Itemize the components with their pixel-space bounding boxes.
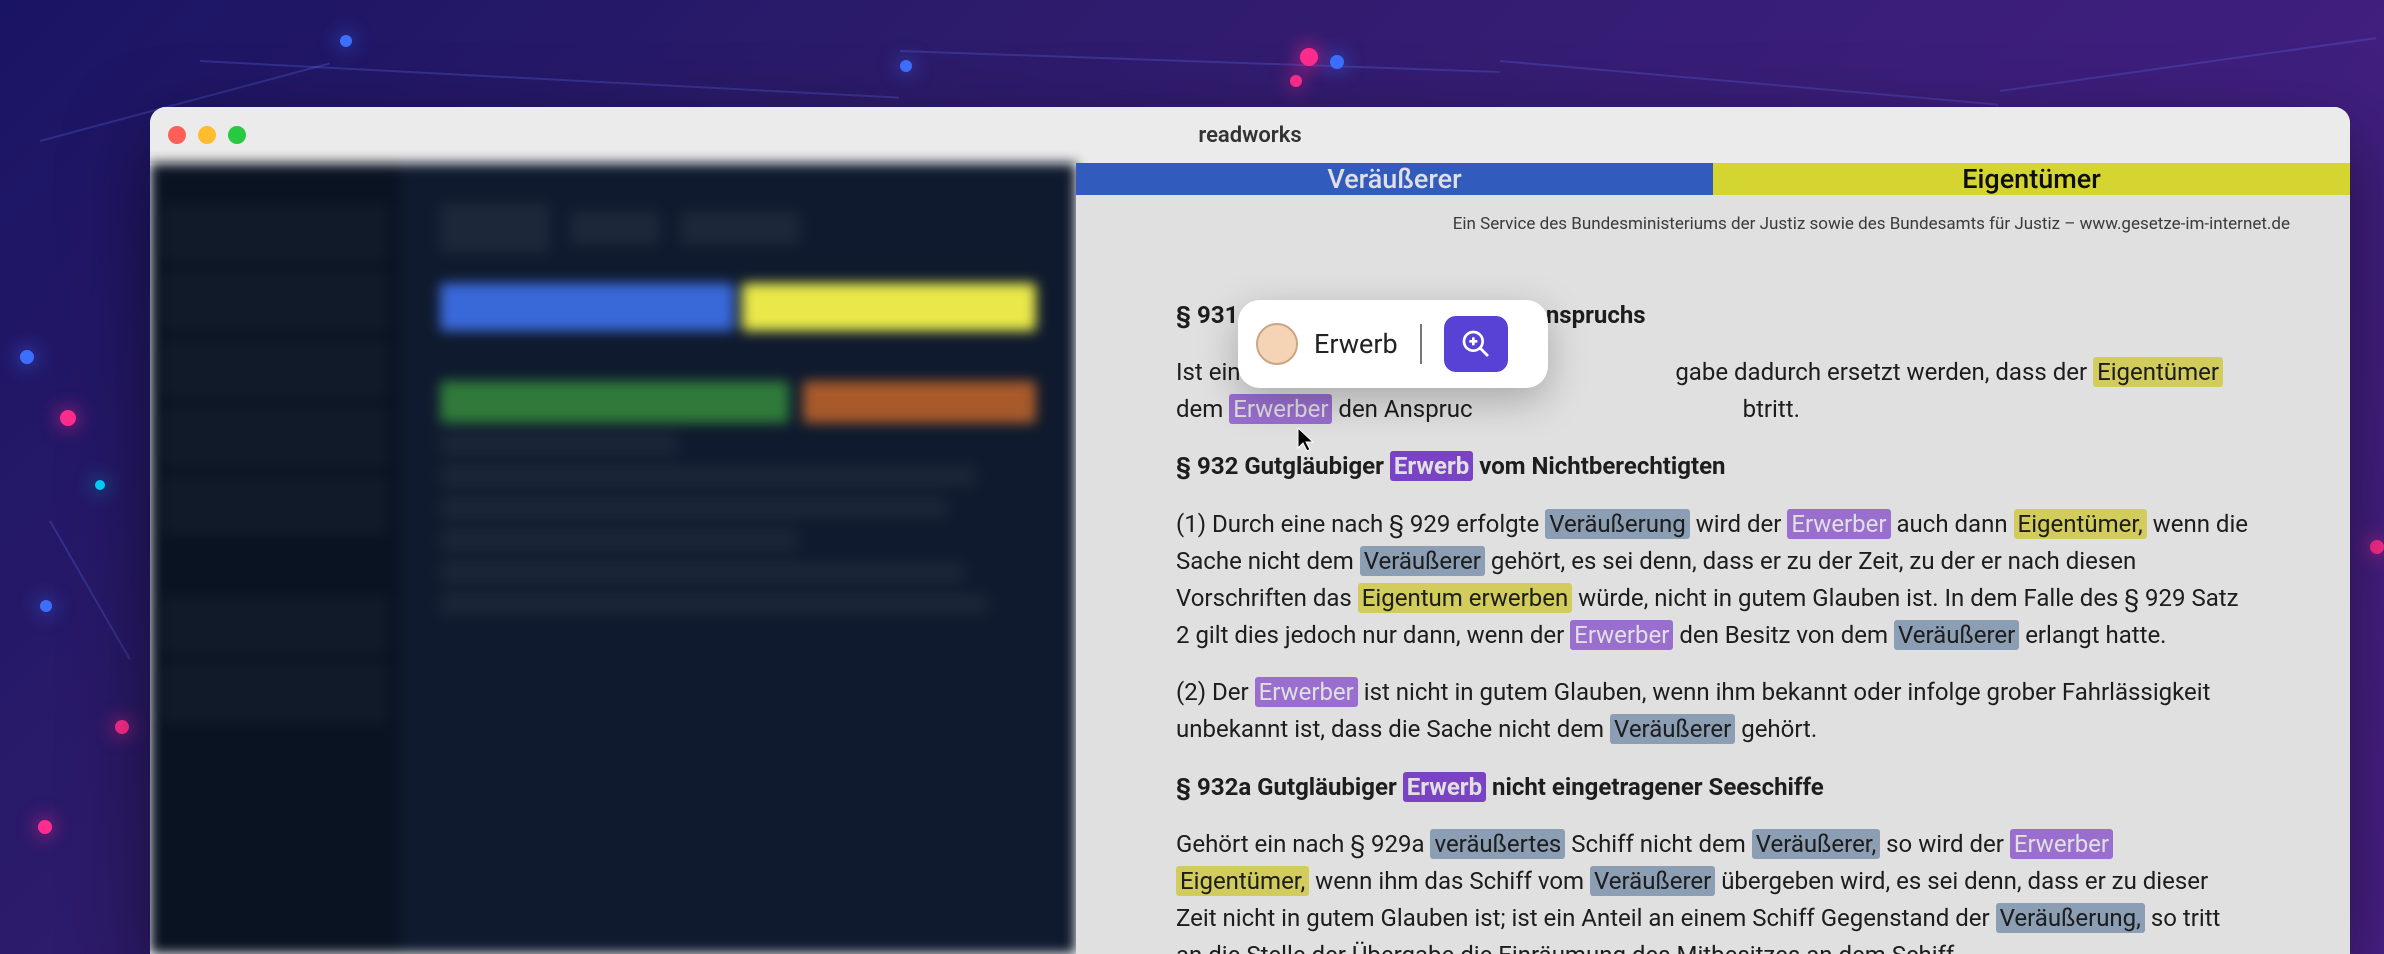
paragraph: Gehört ein nach § 929a veräußertes Schif… bbox=[1176, 826, 2250, 954]
highlighted-term[interactable]: Veräußerer bbox=[1894, 620, 2019, 650]
highlighted-term[interactable]: Eigentümer bbox=[2093, 357, 2223, 387]
popup-divider bbox=[1420, 324, 1422, 364]
popup-color-swatch[interactable] bbox=[1256, 323, 1298, 365]
window-title: readworks bbox=[1198, 123, 1301, 148]
app-window: readworks bbox=[150, 107, 2350, 954]
highlight-tabs: Veräußerer Eigentümer bbox=[1076, 163, 2350, 195]
highlighted-term[interactable]: Erwerber bbox=[1229, 394, 1332, 424]
highlighted-term[interactable]: Erwerber bbox=[1570, 620, 1673, 650]
tab-veraeusserer[interactable]: Veräußerer bbox=[1076, 163, 1713, 195]
highlighted-term[interactable]: Veräußerer bbox=[1590, 866, 1715, 896]
highlighted-term[interactable]: Erwerber bbox=[1787, 509, 1890, 539]
reading-panel: Veräußerer Eigentümer Ein Service des Bu… bbox=[1076, 163, 2350, 954]
fullscreen-window-button[interactable] bbox=[228, 126, 246, 144]
paragraph: (2) Der Erwerber ist nicht in gutem Glau… bbox=[1176, 674, 2250, 748]
titlebar: readworks bbox=[150, 107, 2350, 163]
highlighted-term[interactable]: Eigentum erwerben bbox=[1358, 583, 1572, 613]
highlighted-term[interactable]: Veräußerung bbox=[1545, 509, 1690, 539]
highlighted-term[interactable]: Veräußerung, bbox=[1996, 903, 2145, 933]
highlighted-term[interactable]: Erwerber bbox=[1255, 677, 1358, 707]
attribution-text: Ein Service des Bundesministeriums der J… bbox=[1076, 195, 2350, 237]
highlighted-term[interactable]: Veräußerer bbox=[1610, 714, 1735, 744]
highlighted-term[interactable]: Erwerber bbox=[2010, 829, 2113, 859]
traffic-lights bbox=[168, 126, 246, 144]
close-window-button[interactable] bbox=[168, 126, 186, 144]
highlighted-term[interactable]: Veräußerer bbox=[1360, 546, 1485, 576]
minimize-window-button[interactable] bbox=[198, 126, 216, 144]
section-heading: § 932 Gutgläubiger Erwerb vom Nichtberec… bbox=[1176, 448, 2250, 485]
zoom-in-button[interactable] bbox=[1444, 316, 1508, 372]
highlighted-term[interactable]: Eigentümer, bbox=[2014, 509, 2147, 539]
section-heading: § 932a Gutgläubiger Erwerb nicht eingetr… bbox=[1176, 769, 2250, 806]
paragraph: (1) Durch eine nach § 929 erfolgte Veräu… bbox=[1176, 506, 2250, 655]
zoom-in-icon bbox=[1460, 328, 1492, 360]
tab-eigentuemer[interactable]: Eigentümer bbox=[1713, 163, 2350, 195]
highlighted-term[interactable]: veräußertes bbox=[1430, 829, 1565, 859]
highlighted-term[interactable]: Eigentümer, bbox=[1176, 866, 1309, 896]
popup-term-label: Erwerb bbox=[1314, 328, 1398, 360]
term-popup: Erwerb bbox=[1238, 300, 1548, 388]
highlighted-term[interactable]: Veräußerer, bbox=[1752, 829, 1881, 859]
left-blurred-panel bbox=[150, 163, 1076, 954]
